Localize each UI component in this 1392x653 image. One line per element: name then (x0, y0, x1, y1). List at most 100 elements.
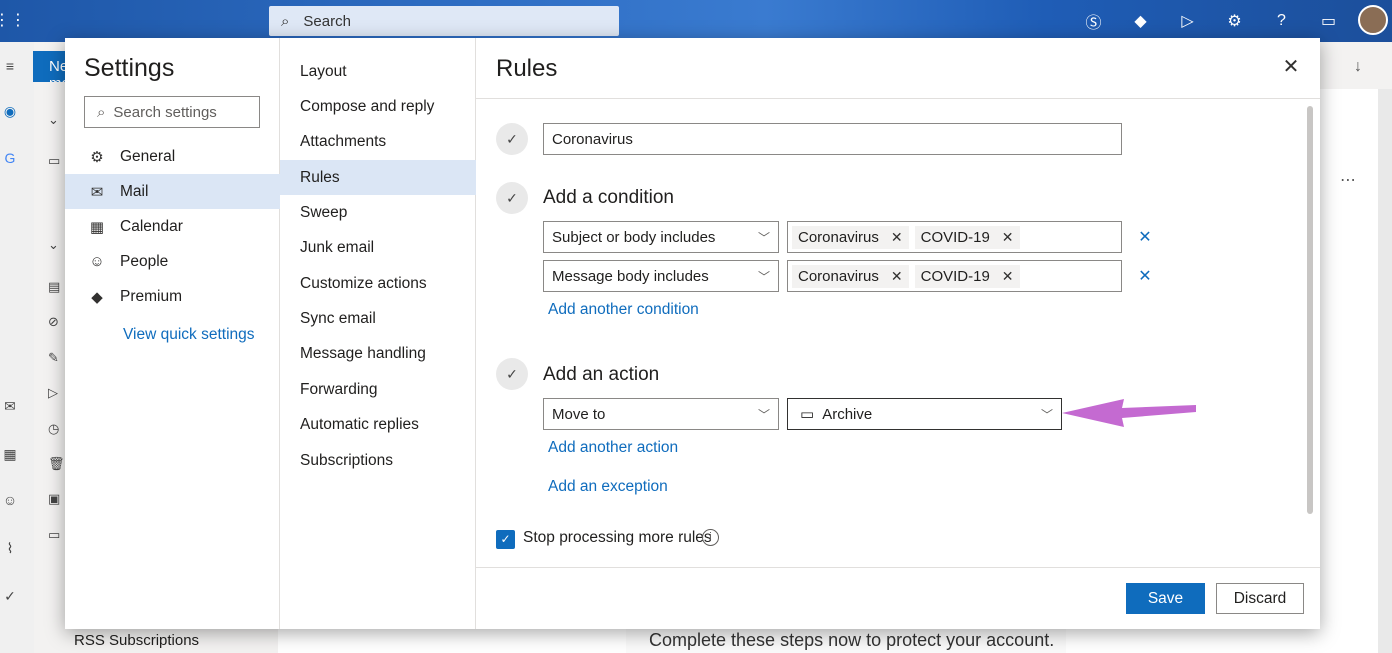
action-folder-select[interactable]: ▭ Archive ﹀ (787, 398, 1062, 430)
chevron-down-icon: ﹀ (757, 231, 770, 245)
remove-condition-icon[interactable]: ✕ (1135, 266, 1155, 286)
mail-rail-icon[interactable]: ✉ (0, 398, 20, 418)
global-search-placeholder: Search (303, 12, 351, 30)
calendar-icon: ▦ (89, 218, 105, 236)
chevron-down-icon[interactable]: ⌄ (48, 237, 66, 255)
step-check-icon: ✓ (496, 182, 528, 214)
rules-panel: Rules ✕ ✓ Coronavirus ✓ Add a condition … (476, 38, 1320, 629)
rss-subscriptions-folder[interactable]: RSS Subscriptions (74, 632, 199, 649)
download-icon[interactable]: ↓ (1354, 58, 1362, 76)
close-icon[interactable]: ✕ (1278, 54, 1304, 80)
settings-title: Settings (84, 54, 175, 82)
app-launcher-icon[interactable]: ⋮⋮ (0, 4, 26, 36)
search-icon: ⌕ (97, 103, 106, 121)
chevron-down-icon: ﹀ (757, 270, 770, 284)
more-options-icon[interactable]: ⋯ (1340, 170, 1356, 190)
inbox-folder-icon[interactable]: ▭ (48, 153, 66, 171)
view-quick-settings-link[interactable]: View quick settings (123, 326, 255, 344)
hamburger-icon[interactable]: ≡ (0, 58, 20, 78)
discard-button[interactable]: Discard (1216, 583, 1304, 614)
scrollbar[interactable] (1307, 106, 1313, 514)
add-another-action-link[interactable]: Add another action (548, 439, 678, 457)
calendar-rail-icon[interactable]: ▦ (0, 446, 20, 466)
action-section-title: Add an action (543, 364, 660, 385)
mail-section-subscriptions[interactable]: Subscriptions (280, 443, 476, 478)
settings-category-label: General (120, 147, 176, 165)
sent-folder-icon[interactable]: ▷ (48, 385, 66, 403)
condition-field-select[interactable]: Subject or body includes ﹀ (543, 221, 779, 253)
mail-section-automatic-replies[interactable]: Automatic replies (280, 407, 476, 442)
settings-category-mail[interactable]: ✉ Mail (65, 174, 280, 209)
deleted-folder-icon[interactable]: 🗑 (48, 456, 66, 474)
send-icon[interactable]: ▷ (1164, 8, 1211, 34)
remove-chip-icon[interactable]: ✕ (891, 229, 903, 246)
mail-section-compose[interactable]: Compose and reply (280, 89, 476, 124)
google-icon[interactable]: G (0, 150, 20, 170)
new-message-button[interactable]: New message (33, 51, 67, 82)
inbox-folder-icon[interactable]: ▤ (48, 279, 66, 297)
junk-folder-icon[interactable]: ⊘ (48, 314, 66, 332)
settings-search-input[interactable]: ⌕ Search settings (84, 96, 260, 128)
notes-folder-icon[interactable]: ▭ (48, 527, 66, 545)
global-search-input[interactable]: ⌕ Search (269, 6, 619, 36)
skype-icon[interactable]: Ⓢ (1070, 8, 1117, 34)
feedback-icon[interactable]: ▭ (1305, 8, 1352, 34)
chevron-down-icon: ﹀ (1040, 408, 1053, 422)
remove-chip-icon[interactable]: ✕ (1002, 229, 1014, 246)
divider (476, 567, 1320, 568)
settings-category-calendar[interactable]: ▦ Calendar (65, 209, 280, 244)
add-another-condition-link[interactable]: Add another condition (548, 301, 699, 319)
save-button[interactable]: Save (1126, 583, 1205, 614)
info-icon[interactable]: i (702, 529, 719, 546)
add-exception-link[interactable]: Add an exception (548, 478, 668, 496)
help-icon[interactable]: ? (1258, 8, 1305, 34)
stop-processing-label: Stop processing more rules (523, 529, 712, 546)
scheduled-folder-icon[interactable]: ◷ (48, 421, 66, 439)
mail-section-sweep[interactable]: Sweep (280, 195, 476, 230)
chip-label: Coronavirus (798, 267, 879, 285)
archive-folder-icon[interactable]: ▣ (48, 491, 66, 509)
chevron-down-icon[interactable]: ⌄ (48, 112, 66, 130)
avatar[interactable] (1358, 5, 1388, 35)
settings-category-general[interactable]: ⚙ General (65, 139, 280, 174)
mail-section-rules[interactable]: Rules (280, 160, 476, 195)
settings-category-nav: Settings ⌕ Search settings ⚙ General ✉ M… (65, 38, 280, 629)
rule-name-input[interactable]: Coronavirus (543, 123, 1122, 155)
settings-category-label: People (120, 252, 169, 270)
mail-settings-nav: Layout Compose and reply Attachments Rul… (280, 38, 476, 629)
step-check-icon: ✓ (496, 358, 528, 390)
panel-title: Rules (496, 55, 558, 82)
condition-value-input[interactable]: Coronavirus ✕ COVID-19 ✕ (787, 260, 1122, 292)
chip-label: COVID-19 (920, 267, 990, 285)
settings-category-premium[interactable]: ◆ Premium (65, 279, 280, 314)
remove-chip-icon[interactable]: ✕ (1002, 268, 1014, 285)
mail-section-forwarding[interactable]: Forwarding (280, 372, 476, 407)
mail-section-customize-actions[interactable]: Customize actions (280, 266, 476, 301)
condition-value-input[interactable]: Coronavirus ✕ COVID-19 ✕ (787, 221, 1122, 253)
action-type-value: Move to (552, 405, 606, 423)
keyword-chip: Coronavirus ✕ (792, 225, 909, 249)
mail-section-layout[interactable]: Layout (280, 54, 476, 89)
action-type-select[interactable]: Move to ﹀ (543, 398, 779, 430)
mail-section-message-handling[interactable]: Message handling (280, 336, 476, 371)
mail-section-sync[interactable]: Sync email (280, 301, 476, 336)
annotation-arrow-icon (1062, 399, 1196, 427)
premium-icon[interactable]: ◆ (1117, 8, 1164, 34)
remove-chip-icon[interactable]: ✕ (891, 268, 903, 285)
remove-condition-icon[interactable]: ✕ (1135, 227, 1155, 247)
todo-rail-icon[interactable]: ✓ (0, 588, 20, 608)
stop-processing-checkbox[interactable]: ✓ (496, 530, 515, 549)
condition-field-select[interactable]: Message body includes ﹀ (543, 260, 779, 292)
drafts-folder-icon[interactable]: ✎ (48, 350, 66, 368)
settings-category-people[interactable]: ☺ People (65, 244, 280, 279)
mail-section-attachments[interactable]: Attachments (280, 124, 476, 159)
rule-name-value: Coronavirus (552, 130, 633, 148)
left-app-rail (0, 42, 34, 653)
gear-icon[interactable]: ⚙ (1211, 8, 1258, 34)
outlook-icon[interactable]: ◉ (0, 103, 20, 123)
keyword-chip: Coronavirus ✕ (792, 264, 909, 288)
mail-section-junk[interactable]: Junk email (280, 230, 476, 265)
attach-rail-icon[interactable]: ⌇ (0, 540, 20, 560)
settings-category-label: Calendar (120, 217, 183, 235)
people-rail-icon[interactable]: ☺ (0, 492, 20, 512)
